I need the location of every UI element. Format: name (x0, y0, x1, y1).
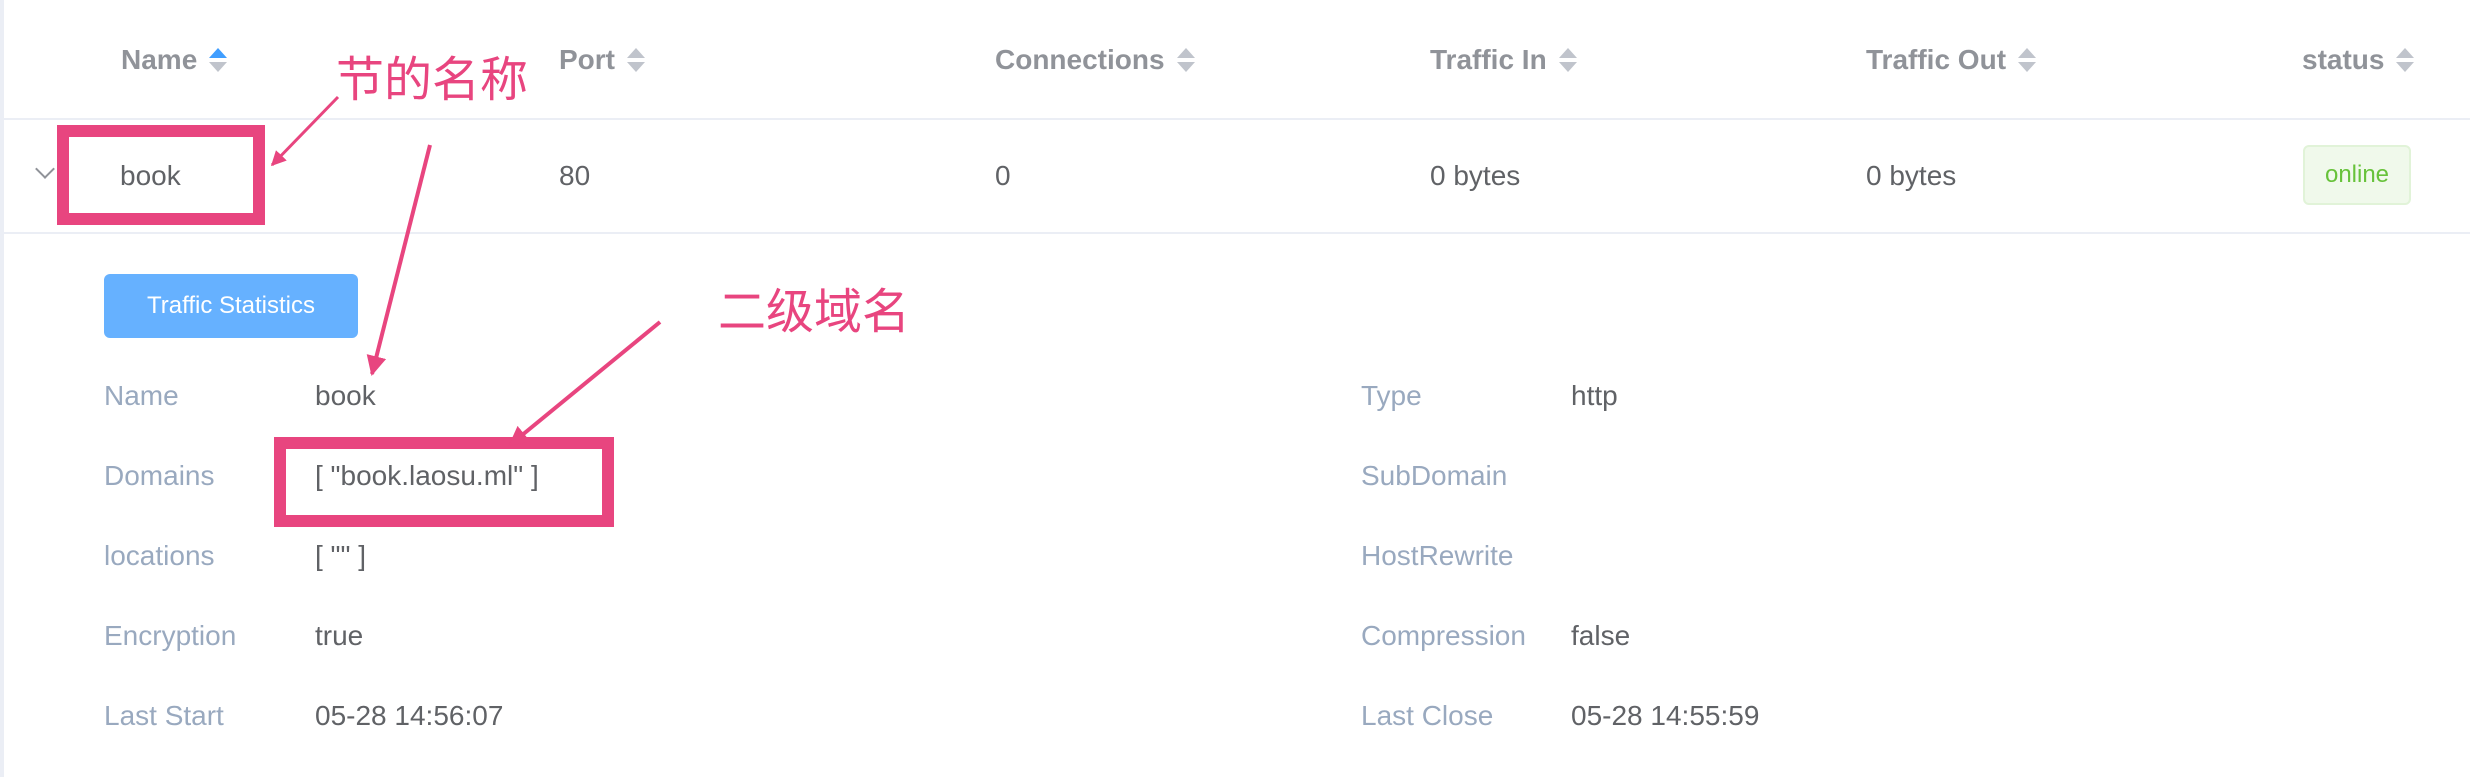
arrow-to-name-detail (366, 144, 432, 376)
arrow-to-domains (508, 320, 662, 447)
annotation-arrows (270, 95, 662, 447)
arrow-to-name-cell (270, 95, 340, 167)
